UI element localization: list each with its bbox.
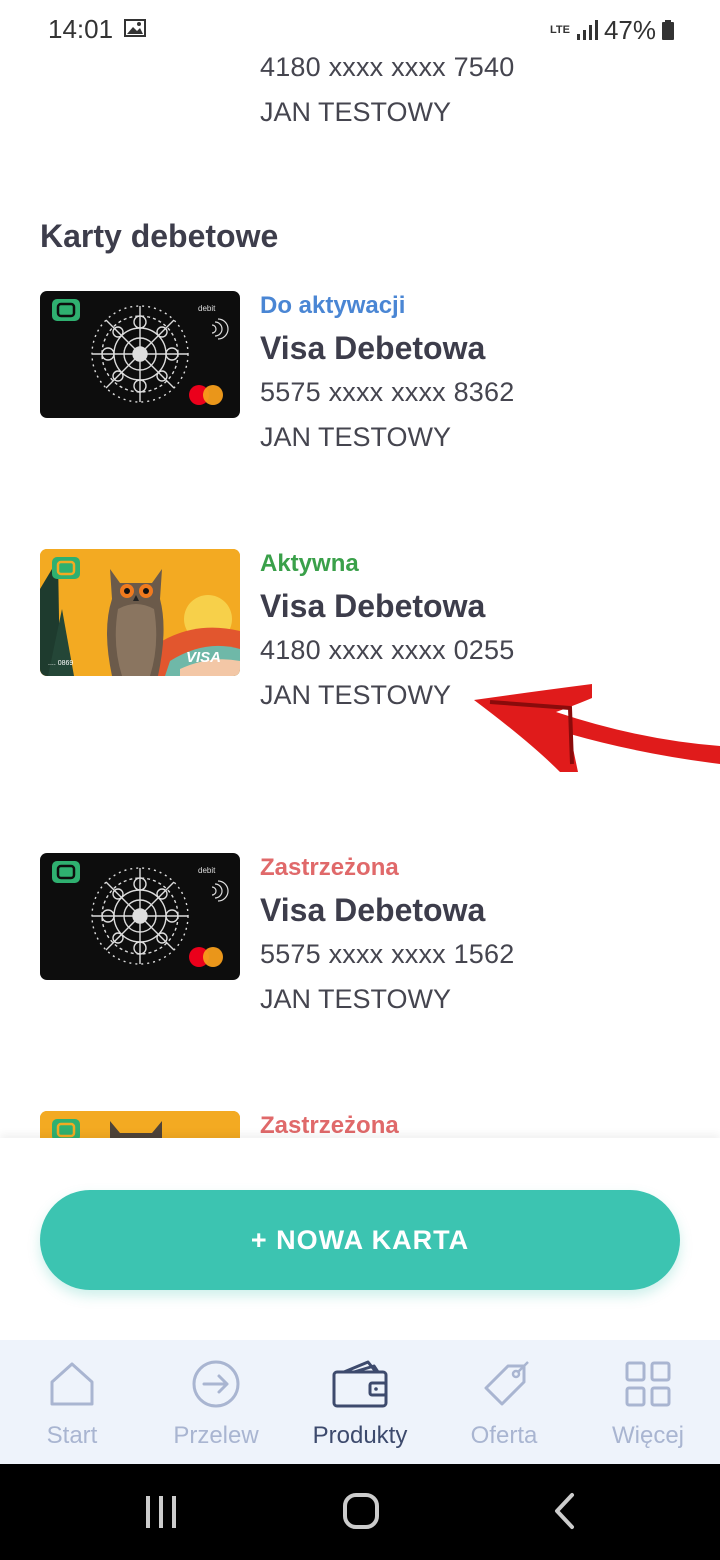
nav-label: Produkty bbox=[312, 1422, 408, 1449]
red-arrow-annotation bbox=[474, 684, 720, 772]
top-card-info[interactable]: 4180 xxxx xxxx 7540 JAN TESTOWY bbox=[260, 52, 514, 128]
card-holder: JAN TESTOWY bbox=[260, 984, 452, 1014]
battery-percent: 47% bbox=[603, 14, 656, 45]
card-name: Visa Debetowa bbox=[260, 330, 486, 366]
card-holder: JAN TESTOWY bbox=[260, 422, 452, 452]
nav-label: Start bbox=[46, 1422, 98, 1449]
status-bar: 14:01 LTE 47% bbox=[0, 0, 720, 60]
nav-start[interactable]: Start bbox=[0, 1340, 144, 1464]
card-image-owl-visa[interactable]: VISA .... 0869 bbox=[40, 549, 240, 676]
grid-icon bbox=[625, 1361, 671, 1407]
nav-label: Oferta bbox=[470, 1422, 538, 1449]
status-right-group: LTE 47% bbox=[550, 14, 674, 46]
card-status: Zastrzeżona bbox=[260, 854, 399, 881]
card-name: Visa Debetowa bbox=[260, 892, 486, 928]
nav-oferta[interactable]: Oferta bbox=[432, 1340, 576, 1464]
signal-icon bbox=[576, 20, 598, 40]
card-name: Visa Debetowa bbox=[260, 588, 486, 624]
card-image-black-debit[interactable]: debit bbox=[40, 853, 240, 980]
card-artwork: VISA .... 0869 bbox=[40, 549, 240, 676]
card-artwork: debit bbox=[52, 861, 229, 967]
image-icon bbox=[124, 19, 146, 37]
card-holder: JAN TESTOWY bbox=[260, 97, 452, 127]
recents-icon[interactable] bbox=[144, 1494, 178, 1530]
card-status: Do aktywacji bbox=[260, 292, 406, 319]
home-button-icon[interactable] bbox=[342, 1492, 380, 1530]
wallet-icon bbox=[332, 1360, 388, 1408]
battery-icon bbox=[662, 20, 674, 40]
card-status: Aktywna bbox=[260, 550, 359, 577]
card-debit-label: debit bbox=[198, 304, 216, 313]
nav-label: Przelew bbox=[173, 1422, 259, 1449]
card-number: 5575 xxxx xxxx 8362 bbox=[260, 377, 515, 407]
new-card-button[interactable]: + NOWA KARTA bbox=[40, 1190, 680, 1290]
card-info-4[interactable]: Zastrzeżona bbox=[260, 1112, 399, 1140]
transfer-arrow-icon bbox=[192, 1360, 240, 1408]
card-artwork: debit bbox=[52, 299, 229, 405]
card-number: 4180 xxxx xxxx 7540 bbox=[260, 52, 515, 82]
nav-label: Więcej bbox=[611, 1422, 684, 1449]
section-title: Karty debetowe bbox=[40, 218, 279, 254]
card-number: 4180 xxxx xxxx 0255 bbox=[260, 635, 515, 665]
card-suffix: .... 0869 bbox=[48, 660, 73, 667]
card-debit-label: debit bbox=[198, 866, 216, 875]
nav-przelew[interactable]: Przelew bbox=[144, 1340, 288, 1464]
card-image-black-debit[interactable]: debit bbox=[40, 291, 240, 418]
nav-produkty[interactable]: Produkty bbox=[288, 1340, 432, 1464]
nav-wiecej[interactable]: Więcej bbox=[576, 1340, 720, 1464]
card-info-3[interactable]: Zastrzeżona Visa Debetowa 5575 xxxx xxxx… bbox=[260, 854, 514, 1015]
network-type: LTE bbox=[549, 24, 570, 36]
system-navigation-bar bbox=[0, 1464, 720, 1560]
bottom-nav: Start Przelew Produkty Oferta Więcej bbox=[0, 1340, 720, 1464]
status-time: 14:01 bbox=[48, 14, 114, 44]
card-info-1[interactable]: Do aktywacji Visa Debetowa 5575 xxxx xxx… bbox=[260, 292, 514, 453]
tag-icon bbox=[484, 1361, 529, 1406]
card-status: Zastrzeżona bbox=[260, 1112, 399, 1139]
back-icon[interactable] bbox=[552, 1492, 576, 1530]
card-number: 5575 xxxx xxxx 1562 bbox=[260, 939, 515, 969]
visa-logo: VISA bbox=[186, 649, 221, 666]
home-icon bbox=[50, 1362, 94, 1406]
